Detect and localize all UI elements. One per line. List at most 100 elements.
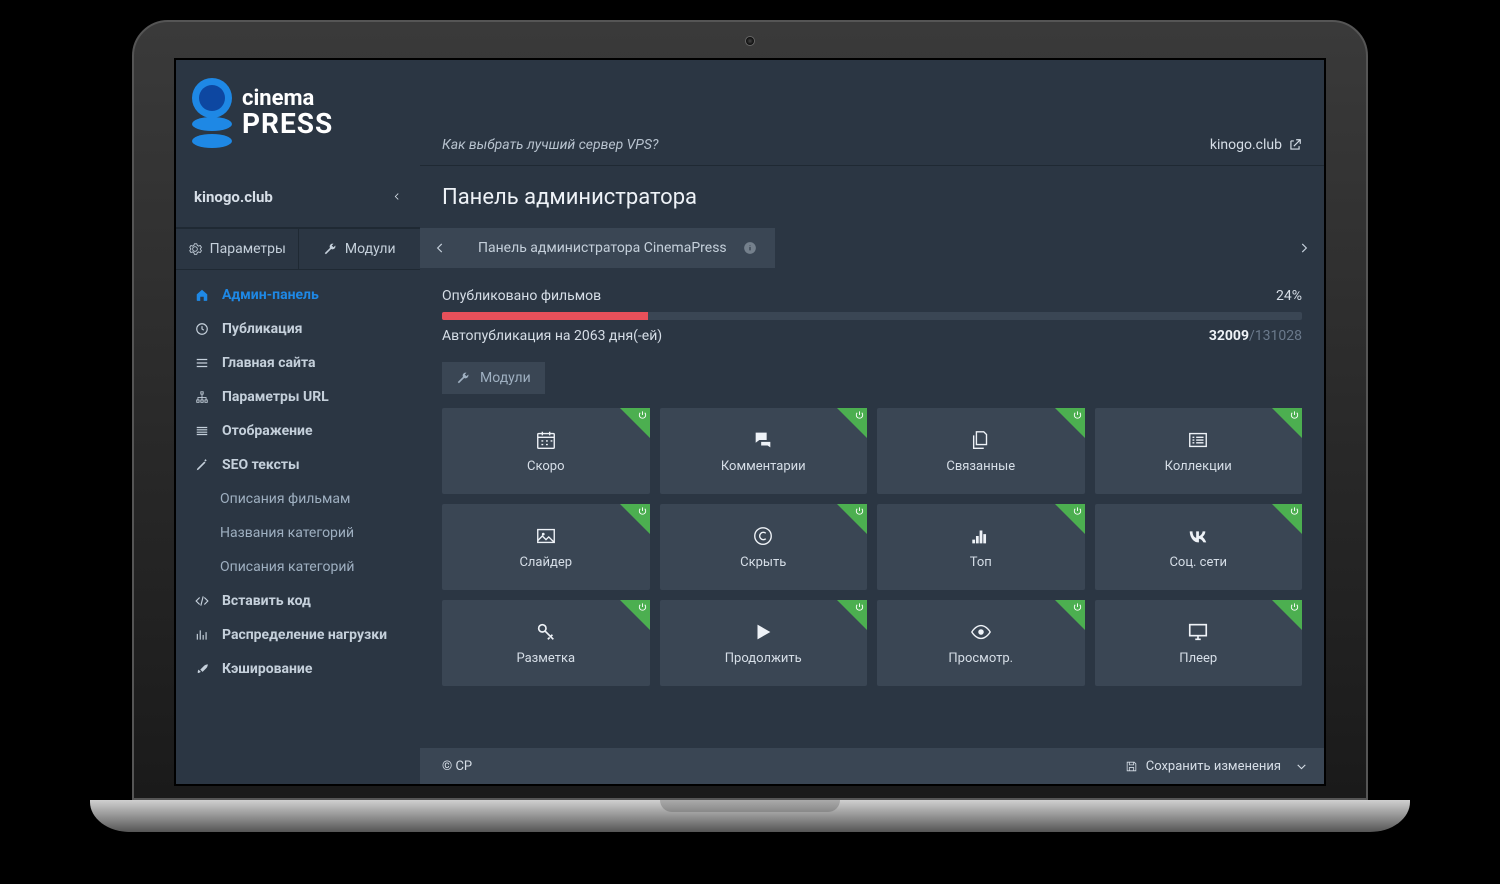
chevron-left-icon [433, 241, 447, 255]
monitor-icon [1187, 621, 1209, 643]
laptop-mockup: cinema PRESS Как выбрать лучший сервер V… [132, 20, 1368, 832]
module-tile-bars[interactable]: Топ [877, 504, 1085, 590]
nav-seo-cat-desc[interactable]: Описания категорий [176, 550, 420, 584]
nav-cache[interactable]: Кэширование [176, 652, 420, 686]
power-icon [1289, 410, 1300, 421]
power-icon [1289, 506, 1300, 517]
progress-bar [442, 312, 1302, 320]
laptop-base [90, 800, 1410, 832]
save-button[interactable]: Сохранить изменения [1125, 759, 1281, 774]
footer-copyright: © CP [442, 759, 472, 774]
modules-grid: Скоро Комментарии Связанные Коллекции Слайде… [442, 408, 1302, 686]
nav-url-params[interactable]: Параметры URL [176, 380, 420, 414]
sidebar-site-header[interactable]: kinogo.club [176, 166, 420, 228]
calendar-icon [535, 429, 557, 451]
progress-label: Опубликовано фильмов [442, 288, 601, 304]
nav-insert-code[interactable]: Вставить код [176, 584, 420, 618]
tile-label: Соц. сети [1169, 555, 1227, 570]
chart-icon [195, 628, 209, 642]
nav-seo[interactable]: SEO тексты [176, 448, 420, 482]
tile-label: Скоро [527, 459, 564, 474]
sidebar: Параметры Модули Админ-панель Публикация… [176, 228, 420, 784]
module-tile-eye[interactable]: Просмотр. [877, 600, 1085, 686]
module-tile-list[interactable]: Коллекции [1095, 408, 1303, 494]
code-icon [195, 594, 209, 608]
module-tile-copyright[interactable]: Скрыть [660, 504, 868, 590]
breadcrumb-prev[interactable] [420, 228, 460, 268]
wrench-icon [456, 371, 470, 385]
progress-fill [442, 312, 648, 320]
power-icon [1072, 602, 1083, 613]
power-icon [1072, 410, 1083, 421]
power-icon [637, 602, 648, 613]
files-icon [970, 429, 992, 451]
module-tile-image[interactable]: Слайдер [442, 504, 650, 590]
footer-bar: © CP Сохранить изменения [420, 748, 1324, 784]
sidebar-tab-modules[interactable]: Модули [298, 228, 421, 270]
sitemap-icon [195, 390, 209, 404]
external-link-icon [1288, 138, 1302, 152]
power-icon [854, 410, 865, 421]
app-screen: cinema PRESS Как выбрать лучший сервер V… [174, 58, 1326, 786]
progress-percent: 24% [1276, 288, 1302, 304]
nav-seo-cat-names[interactable]: Названия категорий [176, 516, 420, 550]
module-tile-files[interactable]: Связанные [877, 408, 1085, 494]
logo: cinema PRESS [176, 60, 420, 166]
save-icon [1125, 760, 1138, 773]
tile-label: Продолжить [725, 651, 802, 666]
bars-icon [970, 525, 992, 547]
breadcrumb-text: Панель администратора CinemaPress [460, 228, 775, 268]
pencil-icon [195, 458, 209, 472]
laptop-camera [745, 36, 755, 46]
grid-icon [195, 424, 209, 438]
sidebar-tab-params[interactable]: Параметры [176, 228, 298, 270]
module-tile-monitor[interactable]: Плеер [1095, 600, 1303, 686]
nav-display[interactable]: Отображение [176, 414, 420, 448]
eye-icon [970, 621, 992, 643]
site-external-link[interactable]: kinogo.club [1210, 137, 1302, 153]
module-tile-comments[interactable]: Комментарии [660, 408, 868, 494]
comments-icon [752, 429, 774, 451]
chevron-right-icon [1297, 241, 1311, 255]
module-tile-calendar[interactable]: Скоро [442, 408, 650, 494]
collapse-left-icon [392, 189, 402, 204]
rocket-icon [195, 662, 209, 676]
list-icon [1187, 429, 1209, 451]
key-icon [535, 621, 557, 643]
logo-mark [192, 78, 232, 148]
footer-expand-icon[interactable] [1295, 760, 1308, 773]
power-icon [854, 602, 865, 613]
tile-label: Скрыть [740, 555, 786, 570]
modules-button[interactable]: Модули [442, 362, 545, 394]
module-tile-vk[interactable]: Соц. сети [1095, 504, 1303, 590]
tile-label: Коллекции [1165, 459, 1232, 474]
wrench-icon [323, 242, 337, 256]
tile-label: Разметка [516, 651, 575, 666]
tile-label: Комментарии [721, 459, 806, 474]
gear-icon [188, 242, 202, 256]
nav-admin-panel[interactable]: Админ-панель [176, 278, 420, 312]
tile-label: Плеер [1179, 651, 1217, 666]
page-title: Панель администратора [420, 166, 1324, 228]
module-tile-play[interactable]: Продолжить [660, 600, 868, 686]
power-icon [637, 506, 648, 517]
nav-seo-desc-films[interactable]: Описания фильмам [176, 482, 420, 516]
power-icon [1289, 602, 1300, 613]
nav-homepage[interactable]: Главная сайта [176, 346, 420, 380]
infobar-tip[interactable]: Как выбрать лучший сервер VPS? [442, 137, 658, 153]
progress-sub-right: 32009/131028 [1209, 328, 1302, 344]
info-icon[interactable] [743, 241, 757, 255]
infobar: Как выбрать лучший сервер VPS? kinogo.cl… [420, 60, 1324, 166]
nav-load-balance[interactable]: Распределение нагрузки [176, 618, 420, 652]
copyright-icon [752, 525, 774, 547]
image-icon [535, 525, 557, 547]
vk-icon [1187, 525, 1209, 547]
module-tile-key[interactable]: Разметка [442, 600, 650, 686]
content-area: Панель администратора CinemaPress Опубли… [420, 228, 1324, 784]
breadcrumb-bar: Панель администратора CinemaPress [420, 228, 1324, 268]
tile-label: Топ [970, 555, 992, 570]
nav-publish[interactable]: Публикация [176, 312, 420, 346]
tile-label: Связанные [946, 459, 1015, 474]
clock-icon [195, 322, 209, 336]
breadcrumb-next[interactable] [1284, 228, 1324, 268]
